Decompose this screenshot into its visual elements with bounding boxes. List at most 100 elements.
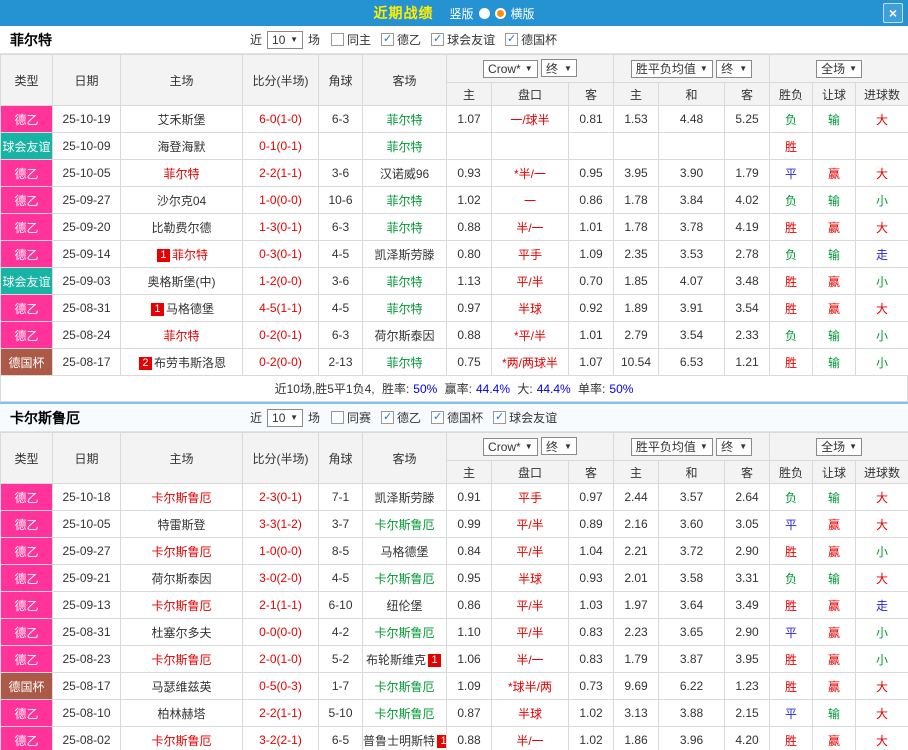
red-card-badge: 1: [428, 653, 441, 667]
wdl-average-select[interactable]: 胜平负均值 ▼: [630, 59, 713, 78]
result-wdl: 负: [769, 105, 814, 133]
match-date: 25-09-14: [52, 240, 121, 268]
euro-odds-away: 2.78: [724, 240, 771, 268]
filter-check-item[interactable]: ✓ 球会友谊: [431, 31, 495, 48]
chevron-down-icon: ▼: [739, 442, 748, 451]
away-team: 马格德堡: [362, 537, 447, 565]
filter-check-item[interactable]: 同主: [331, 31, 371, 48]
filter-check-item[interactable]: ✓ 德乙: [381, 31, 421, 48]
checkbox-icon[interactable]: [331, 33, 345, 46]
filter-check-item[interactable]: ✓ 德国杯: [431, 409, 483, 426]
result-handicap: 赢: [812, 591, 857, 619]
subcol-handicap-result: 让球: [812, 460, 857, 484]
euro-odds-away: 3.95: [724, 645, 771, 673]
asian-handicap: *半/一: [491, 159, 569, 187]
match-count-select[interactable]: 10 ▼: [267, 30, 304, 49]
match-score: 2-1(1-1): [242, 591, 319, 619]
team-label: 卡尔斯鲁厄: [151, 733, 212, 748]
away-team: 卡尔斯鲁厄: [362, 672, 447, 700]
team-label: 马瑟维兹英: [151, 679, 212, 694]
summary-stat-label: 胜率:: [378, 382, 410, 396]
corner-score: 5-10: [318, 699, 363, 727]
euro-odds-away: 4.02: [724, 186, 771, 214]
asian-handicap: 平手: [491, 240, 569, 268]
asian-odds-header: Crow* ▼ 终 ▼: [445, 54, 615, 83]
filter-check-item[interactable]: ✓ 球会友谊: [493, 409, 557, 426]
bookmaker-select[interactable]: Crow* ▼: [483, 59, 538, 78]
euro-stage-select[interactable]: 终 ▼: [716, 59, 753, 78]
checkbox-icon[interactable]: ✓: [431, 411, 445, 424]
select-value: Crow*: [488, 439, 521, 454]
asian-odds-home: 1.10: [446, 618, 492, 646]
team-name: 卡尔斯鲁厄: [10, 409, 80, 426]
team-label: 菲尔特: [386, 112, 423, 127]
home-team: 菲尔特: [120, 321, 243, 349]
result-goals: 大: [855, 672, 908, 700]
checkbox-icon[interactable]: ✓: [381, 411, 395, 424]
summary-stat-value: 44.4%: [536, 382, 571, 396]
chevron-down-icon: ▼: [699, 64, 708, 73]
odds-stage-select[interactable]: 终 ▼: [540, 59, 577, 78]
summary-stat-label: 单率:: [574, 382, 606, 396]
corner-score: 6-5: [318, 726, 363, 750]
full-match-select[interactable]: 全场 ▼: [816, 59, 863, 78]
asian-handicap: 半/一: [491, 213, 569, 241]
odds-stage-select[interactable]: 终 ▼: [540, 437, 577, 456]
asian-odds-away: 1.09: [567, 240, 615, 268]
asian-handicap: 平手: [491, 483, 569, 511]
table-row: 球会友谊 25-09-03 奥格斯堡(中) 1-2(0-0) 3-6 菲尔特 1.13 平/半…: [0, 267, 908, 295]
result-wdl: 负: [769, 321, 814, 349]
close-icon[interactable]: ×: [883, 3, 903, 23]
subcol-handicap: 盘口: [491, 82, 569, 106]
result-goals: 走: [855, 591, 908, 619]
bookmaker-select[interactable]: Crow* ▼: [483, 437, 538, 456]
euro-odds-home: 1.79: [613, 645, 660, 673]
asian-odds-header: Crow* ▼ 终 ▼: [445, 432, 615, 461]
result-handicap: 赢: [812, 510, 857, 538]
home-team: 比勒费尔德: [120, 213, 243, 241]
vertical-layout-radio[interactable]: [478, 7, 490, 19]
filter-check-item[interactable]: ✓ 德乙: [381, 409, 421, 426]
table-row: 德乙 25-08-23 卡尔斯鲁厄 2-0(1-0) 5-2 布轮斯维克 1 1.06 半/一 0…: [0, 645, 908, 673]
match-date: 25-08-17: [52, 348, 121, 376]
result-goals: 大: [855, 159, 908, 187]
asian-odds-home: 0.80: [446, 240, 492, 268]
table-row: 德乙 25-09-27 卡尔斯鲁厄 1-0(0-0) 8-5 马格德堡 0.84 平/半 1.0…: [0, 537, 908, 565]
table-row: 德国杯 25-08-17 2 布劳韦斯洛恩 0-2(0-0) 2-13 菲尔特 0.75 *两/…: [0, 348, 908, 376]
asian-odds-home: 0.99: [446, 510, 492, 538]
table-row: 德乙 25-08-02 卡尔斯鲁厄 3-2(2-1) 6-5 普鲁士明斯特 1 0.88 半/一…: [0, 726, 908, 750]
home-team: 卡尔斯鲁厄: [120, 483, 243, 511]
result-goals: 大: [855, 564, 908, 592]
checkbox-icon[interactable]: ✓: [505, 33, 519, 46]
asian-handicap: 一: [491, 186, 569, 214]
corner-score: [318, 132, 363, 160]
col-type: 类型: [0, 54, 53, 106]
home-team: 马瑟维兹英: [120, 672, 243, 700]
wdl-average-select[interactable]: 胜平负均值 ▼: [630, 437, 713, 456]
euro-stage-select[interactable]: 终 ▼: [716, 437, 753, 456]
checkbox-icon[interactable]: ✓: [381, 33, 395, 46]
team-label: 凯泽斯劳滕: [374, 490, 435, 505]
asian-odds-away: 1.04: [567, 537, 615, 565]
match-count-select[interactable]: 10 ▼: [267, 408, 304, 427]
asian-handicap: 一/球半: [491, 105, 569, 133]
checkbox-icon[interactable]: ✓: [431, 33, 445, 46]
euro-odds-away: 4.19: [724, 213, 771, 241]
filter-check-item[interactable]: 同赛: [331, 409, 371, 426]
asian-odds-away: 0.97: [567, 483, 615, 511]
euro-odds-away: 1.79: [724, 159, 771, 187]
full-match-select[interactable]: 全场 ▼: [816, 437, 863, 456]
checkbox-label: 德国杯: [521, 33, 558, 47]
checkbox-icon[interactable]: [331, 411, 345, 424]
horizontal-layout-radio[interactable]: [494, 7, 506, 19]
match-score: 2-0(1-0): [242, 645, 319, 673]
checkbox-icon[interactable]: ✓: [493, 411, 507, 424]
euro-odds-away: 2.90: [724, 537, 771, 565]
result-handicap: 赢: [812, 294, 857, 322]
match-date: 25-10-05: [52, 159, 121, 187]
asian-odds-away: 1.07: [567, 348, 615, 376]
euro-odds-draw: 4.48: [658, 105, 726, 133]
team-label: 凯泽斯劳滕: [374, 247, 435, 262]
filter-check-item[interactable]: ✓ 德国杯: [505, 31, 557, 48]
asian-odds-home: 0.86: [446, 591, 492, 619]
